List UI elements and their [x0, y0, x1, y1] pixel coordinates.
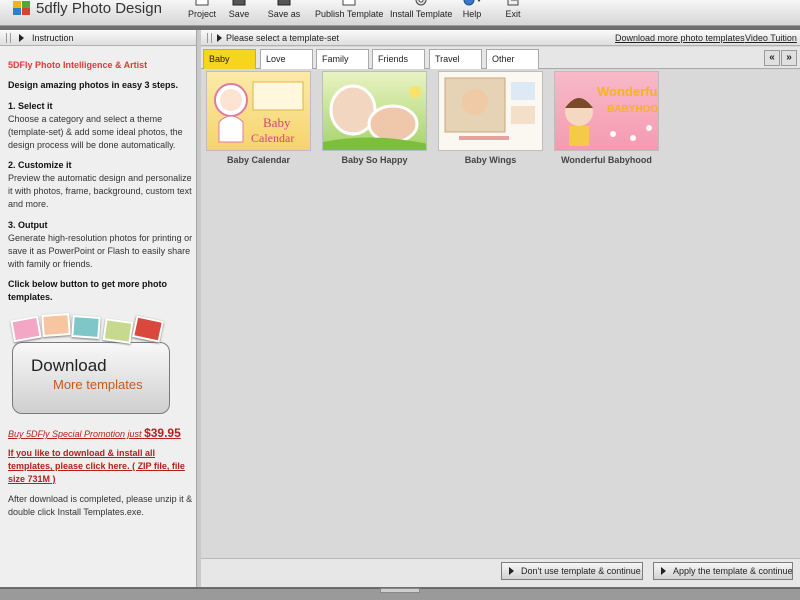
bottom-split-handle[interactable]	[380, 588, 420, 593]
promotion-price: $39.95	[144, 426, 181, 440]
template-gallery: Baby Calendar Baby Calendar Baby So Happ…	[201, 70, 800, 558]
tabs-prev-button[interactable]: «	[764, 50, 780, 66]
install-template-button[interactable]: Install Template	[390, 0, 452, 26]
main-toolbar: 5dfly Photo Design Project Save Save as …	[0, 0, 800, 26]
grip-icon	[6, 33, 11, 43]
save-button[interactable]: Save	[225, 0, 253, 26]
play-arrow-icon	[509, 567, 514, 575]
apply-template-button[interactable]: Apply the template & continue	[653, 562, 793, 580]
project-button[interactable]: Project	[186, 0, 218, 26]
action-bar: Don't use template & continue Apply the …	[201, 558, 800, 587]
wonderful-babyhood-art: Wonderful BABYHOOD	[565, 84, 659, 146]
download-button-sublabel: More templates	[53, 377, 143, 392]
thumb-image	[71, 315, 101, 339]
template-caption: Baby Calendar	[226, 155, 291, 165]
project-icon	[195, 0, 209, 6]
save-as-icon	[277, 0, 291, 6]
download-more-templates-link[interactable]: Download more photo templates	[615, 30, 745, 46]
baby-calendar-art-text: Baby	[263, 115, 291, 130]
publish-template-label: Publish Template	[315, 9, 384, 19]
exit-label: Exit	[505, 9, 521, 19]
baby-calendar-art: Baby Calendar	[214, 81, 304, 145]
tab-baby[interactable]: Baby	[203, 49, 256, 69]
template-caption: Wonderful Babyhood	[561, 155, 652, 165]
dont-use-template-label: Don't use template & continue	[521, 566, 641, 576]
cta-text: Click below button to get more photo tem…	[8, 279, 167, 302]
app-logo-icon	[13, 1, 30, 15]
install-template-label: Install Template	[390, 9, 453, 19]
template-thumbnail: Baby Calendar	[206, 71, 311, 151]
help-button[interactable]: Help	[459, 0, 485, 26]
template-panel-header: Please select a template-set Download mo…	[201, 30, 800, 46]
publish-template-button[interactable]: Publish Template	[315, 0, 383, 26]
play-arrow-icon	[661, 567, 666, 575]
instruction-header-label: Instruction	[32, 33, 74, 43]
save-label: Save	[228, 9, 250, 19]
template-thumbnail	[322, 71, 427, 151]
download-button-label: Download	[31, 356, 107, 375]
tabs-next-button[interactable]: »	[781, 50, 797, 66]
install-icon	[415, 0, 427, 6]
publish-icon	[342, 0, 356, 6]
template-item-baby-calendar[interactable]: Baby Calendar Baby Calendar	[206, 71, 311, 165]
apply-template-label: Apply the template & continue	[673, 566, 793, 576]
wonderful-babyhood-art-text: BABYHOOD	[607, 104, 659, 115]
template-caption: Baby So Happy	[341, 155, 408, 165]
template-panel-title: Please select a template-set	[226, 33, 340, 43]
app-title: 5dfly Photo Design	[36, 0, 162, 17]
thumb-image	[41, 313, 71, 337]
template-thumbnail	[438, 71, 543, 151]
step3-text: Generate high-resolution photos for prin…	[8, 233, 193, 269]
template-thumbnail: Wonderful BABYHOOD	[554, 71, 659, 151]
expand-arrow-icon	[217, 34, 222, 42]
instruction-panel: Instruction 5DFly Photo Intelligence & A…	[0, 30, 197, 587]
step1-text: Choose a category and select a theme (te…	[8, 114, 183, 150]
template-item-baby-so-happy[interactable]: Baby So Happy	[322, 71, 427, 165]
tab-love[interactable]: Love	[260, 49, 313, 69]
thumb-image	[10, 315, 42, 343]
baby-wings-art	[444, 77, 535, 140]
step2-title: 2. Customize it	[8, 160, 72, 170]
thumb-image	[102, 318, 134, 344]
step2-text: Preview the automatic design and persona…	[8, 173, 192, 209]
category-tabs: Baby Love Family Friends Travel Other « …	[201, 47, 800, 69]
brand-line: 5DFly Photo Intelligence & Artist	[8, 60, 148, 70]
download-more-templates-button[interactable]: Download More templates	[10, 313, 170, 414]
tab-family[interactable]: Family	[316, 49, 369, 69]
tab-travel[interactable]: Travel	[429, 49, 482, 69]
exit-icon	[507, 0, 519, 6]
exit-button[interactable]: Exit	[502, 0, 524, 26]
wonderful-babyhood-art-text: Wonderful	[597, 84, 659, 99]
expand-arrow-icon	[19, 34, 24, 42]
step3-title: 3. Output	[8, 220, 48, 230]
baby-calendar-art-text: Calendar	[251, 131, 294, 145]
tab-friends[interactable]: Friends	[372, 49, 425, 69]
save-as-label: Save as	[267, 9, 301, 19]
download-all-link[interactable]: If you like to download & install all te…	[8, 447, 193, 486]
save-as-button[interactable]: Save as	[264, 0, 304, 26]
template-panel: Please select a template-set Download mo…	[201, 30, 800, 587]
thumb-image	[132, 315, 164, 343]
save-icon	[232, 0, 246, 6]
after-download-note: After download is completed, please unzi…	[8, 494, 193, 517]
help-icon	[463, 0, 481, 6]
template-caption: Baby Wings	[464, 155, 517, 165]
promotion-link[interactable]: Buy 5DFly Special Promotion just $39.95	[8, 426, 181, 440]
grip-icon	[207, 33, 212, 43]
dont-use-template-button[interactable]: Don't use template & continue	[501, 562, 643, 580]
instruction-header[interactable]: Instruction	[0, 30, 196, 46]
tab-other[interactable]: Other	[486, 49, 539, 69]
promotion-text: Buy 5DFly Special Promotion just	[8, 429, 145, 439]
project-label: Project	[187, 9, 216, 19]
template-item-baby-wings[interactable]: Baby Wings	[438, 71, 543, 165]
step1-title: 1. Select it	[8, 101, 53, 111]
template-item-wonderful-babyhood[interactable]: Wonderful BABYHOOD Wonderful Babyhood	[554, 71, 659, 165]
baby-so-happy-art	[323, 84, 426, 150]
video-tuition-link[interactable]: Video Tuition	[745, 30, 797, 46]
intro-heading: Design amazing photos in easy 3 steps.	[8, 80, 179, 90]
help-label: Help	[462, 9, 482, 19]
download-button-body: Download More templates	[12, 342, 170, 414]
